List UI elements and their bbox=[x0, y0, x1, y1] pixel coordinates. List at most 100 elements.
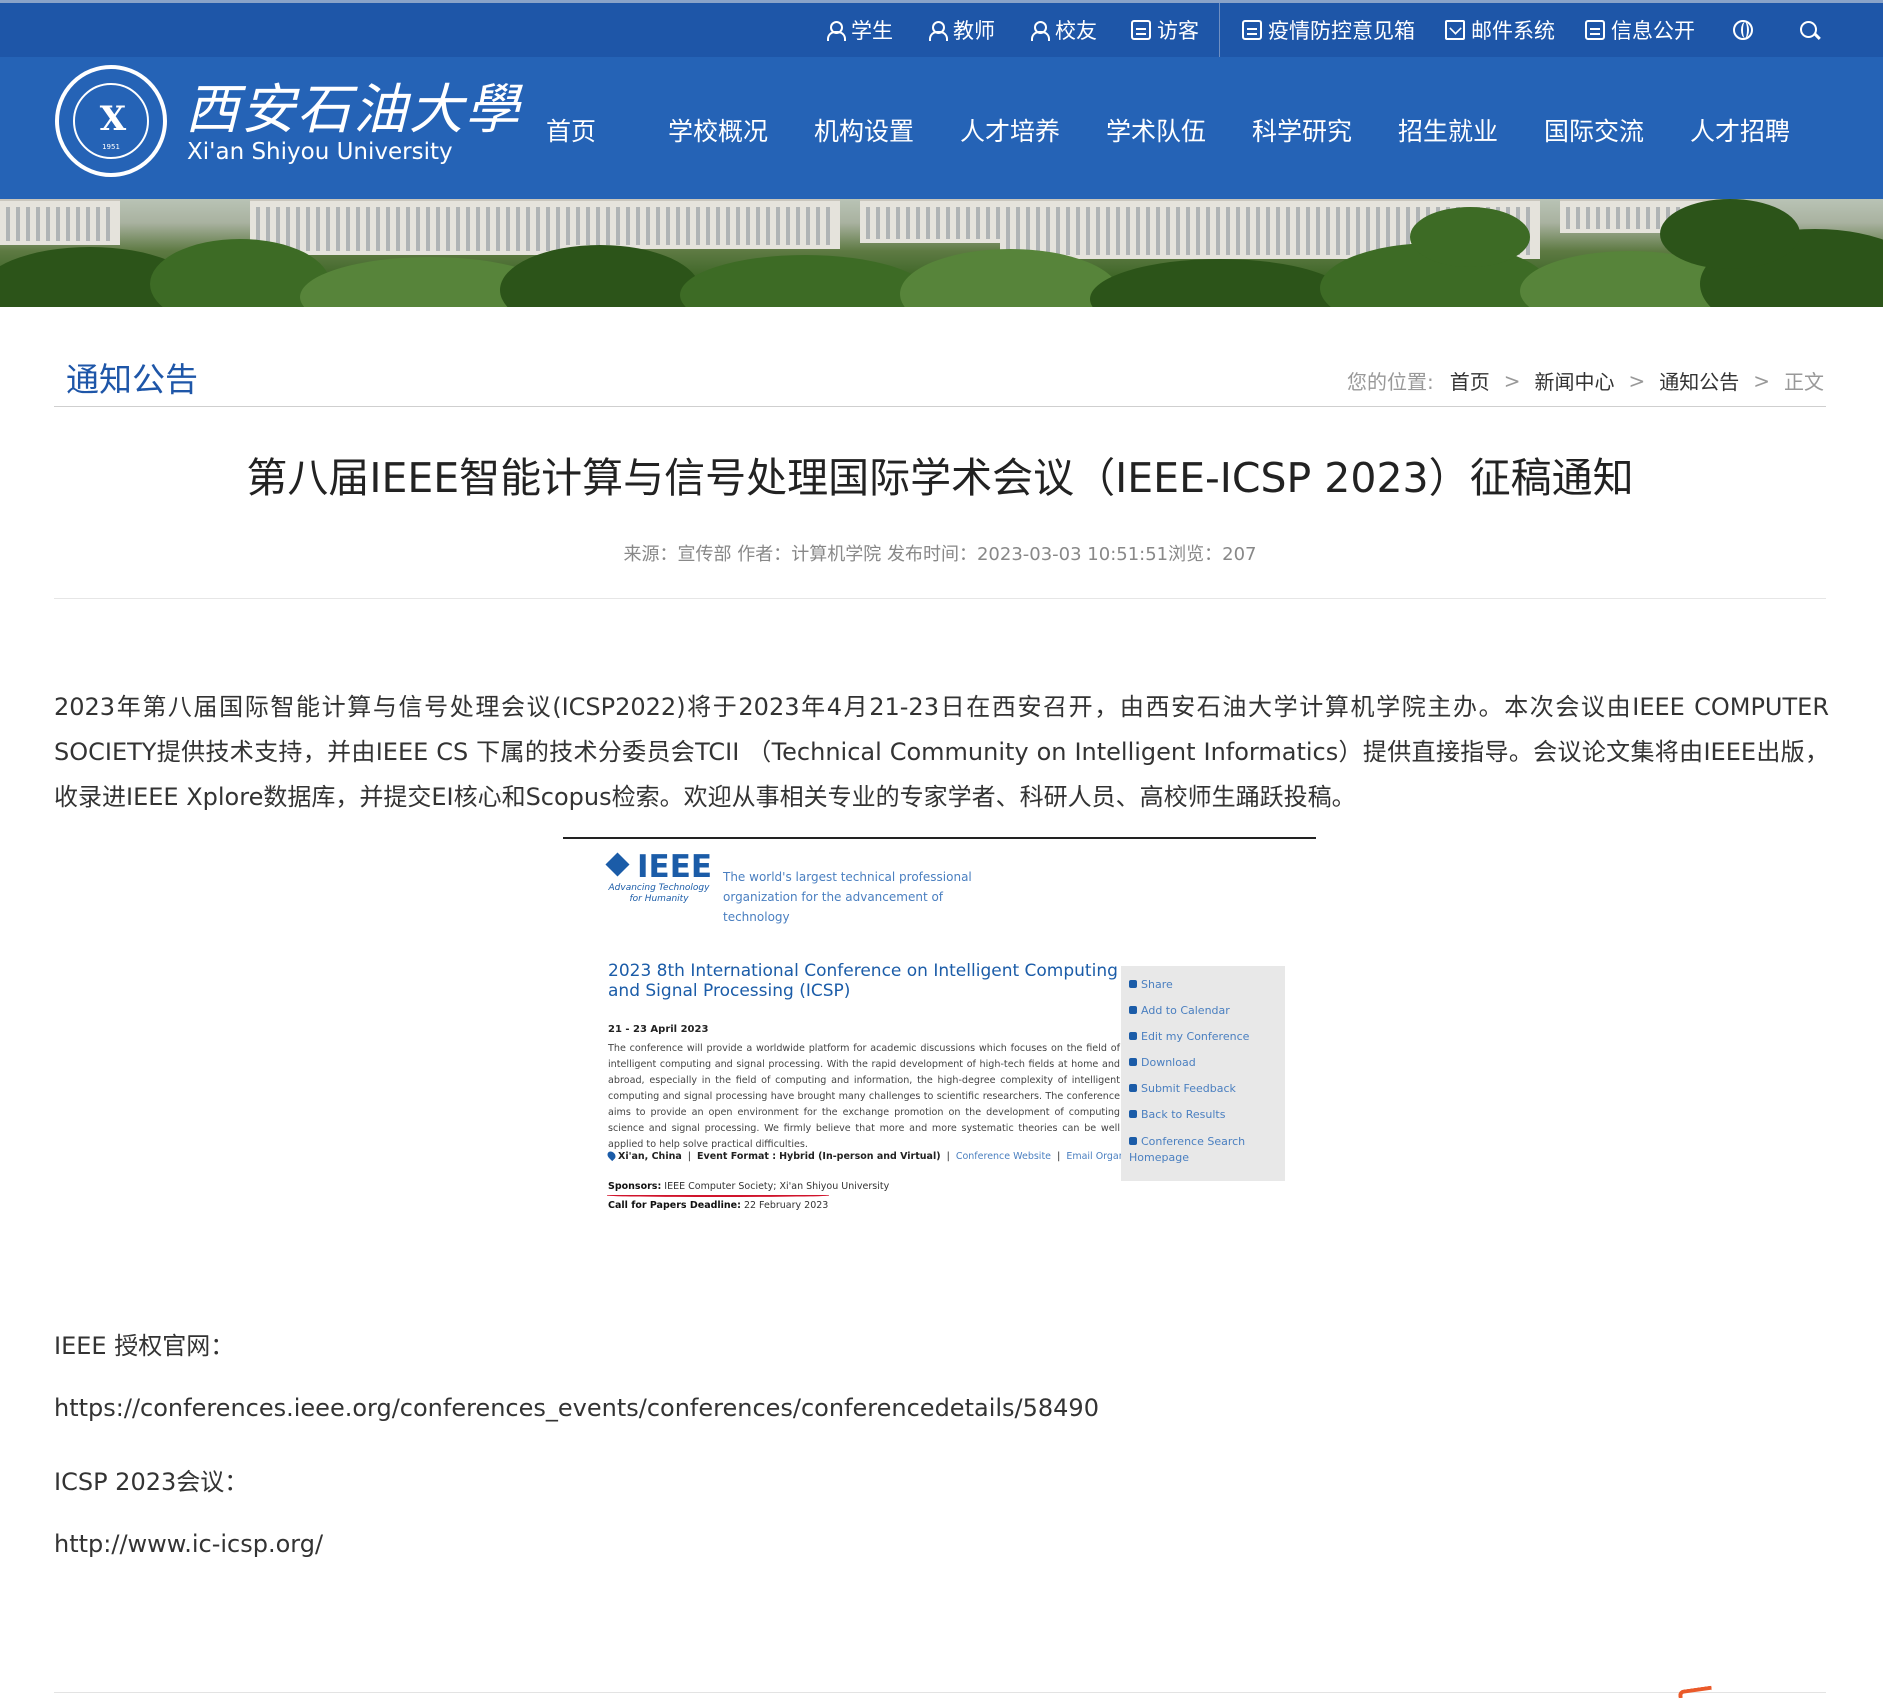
event-format: Hybrid (In-person and Virtual) bbox=[779, 1151, 941, 1162]
link-mail-system[interactable]: 邮件系统 bbox=[1445, 3, 1555, 57]
side-action-feedback: Submit Feedback bbox=[1129, 1082, 1236, 1095]
article-meta: 来源：宣传部 作者：计算机学院 发布时间：2023-03-03 10:51:51… bbox=[623, 544, 1257, 565]
conference-location: Xi'an, China bbox=[618, 1151, 682, 1162]
side-action-search-home: Conference Search Homepage bbox=[1129, 1134, 1279, 1166]
floating-widget-icon[interactable] bbox=[1677, 1685, 1713, 1699]
breadcrumb-current: 正文 bbox=[1784, 370, 1824, 394]
side-action-download: Download bbox=[1129, 1056, 1196, 1069]
nav-admission[interactable]: 招生就业 bbox=[1398, 112, 1498, 148]
nav-about[interactable]: 学校概况 bbox=[668, 112, 768, 148]
mail-icon bbox=[1445, 20, 1465, 40]
ieee-logo-subtitle: Advancing Technology for Humanity bbox=[608, 883, 710, 904]
logo-english-name[interactable]: Xi'an Shiyou University bbox=[187, 139, 453, 165]
breadcrumb-notices[interactable]: 通知公告 bbox=[1659, 366, 1739, 395]
breadcrumb-home[interactable]: 首页 bbox=[1450, 366, 1490, 395]
conference-details-row: Xi'an, China | Event Format : Hybrid (In… bbox=[605, 1149, 1142, 1162]
share-icon bbox=[1129, 980, 1137, 988]
event-format-label: Event Format : bbox=[697, 1151, 777, 1162]
alumni-icon bbox=[1029, 20, 1050, 41]
nav-education[interactable]: 人才培养 bbox=[960, 112, 1060, 148]
cfp-date: 22 February 2023 bbox=[743, 1200, 829, 1211]
banner-building bbox=[560, 199, 840, 249]
link-alumni-label: 校友 bbox=[1055, 19, 1097, 43]
side-action-label: Submit Feedback bbox=[1141, 1082, 1236, 1095]
link-alumni[interactable]: 校友 bbox=[1029, 3, 1097, 57]
article-title: 第八届IEEE智能计算与信号处理国际学术会议（IEEE-ICSP 2023）征稿… bbox=[246, 454, 1634, 502]
link-teacher[interactable]: 教师 bbox=[927, 3, 995, 57]
footer-divider bbox=[54, 1692, 1826, 1693]
nav-organization[interactable]: 机构设置 bbox=[814, 112, 914, 148]
nav-faculty[interactable]: 学术队伍 bbox=[1106, 112, 1206, 148]
nav-home[interactable]: 首页 bbox=[546, 112, 596, 148]
ieee-conference-screenshot: IEEE Advancing Technology for Humanity T… bbox=[563, 837, 1316, 1217]
article-divider bbox=[54, 598, 1826, 599]
call-for-papers: Call for Papers Deadline: 22 February 20… bbox=[608, 1200, 828, 1211]
conference-sponsors: Sponsors: IEEE Computer Society; Xi'an S… bbox=[608, 1181, 889, 1192]
icsp-site-link[interactable]: http://www.ic-icsp.org/ bbox=[54, 1530, 323, 1558]
link-visitor-label: 访客 bbox=[1157, 19, 1199, 43]
ieee-official-site-link[interactable]: https://conferences.ieee.org/conferences… bbox=[54, 1394, 1099, 1422]
breadcrumb-separator: > bbox=[1503, 368, 1521, 393]
side-action-label: Share bbox=[1141, 978, 1173, 991]
nav-research[interactable]: 科学研究 bbox=[1252, 112, 1352, 148]
link-info-disclosure[interactable]: 信息公开 bbox=[1585, 3, 1695, 57]
link-visitor[interactable]: 访客 bbox=[1131, 3, 1199, 57]
breadcrumb-separator: > bbox=[1628, 368, 1646, 393]
section-title: 通知公告 bbox=[66, 360, 198, 399]
link-student[interactable]: 学生 bbox=[825, 3, 893, 57]
breadcrumb-news-center[interactable]: 新闻中心 bbox=[1534, 366, 1614, 395]
link-epidemic-feedback-label: 疫情防控意见箱 bbox=[1268, 19, 1415, 43]
icsp-site-label: ICSP 2023会议： bbox=[54, 1468, 249, 1496]
globe-icon bbox=[1733, 20, 1753, 40]
sponsors-label: Sponsors: bbox=[608, 1181, 662, 1192]
link-epidemic-feedback[interactable]: 疫情防控意见箱 bbox=[1242, 3, 1415, 57]
side-action-label: Add to Calendar bbox=[1141, 1004, 1230, 1017]
breadcrumb: 您的位置: 首页 > 新闻中心 > 通知公告 > 正文 bbox=[1347, 366, 1824, 395]
section-divider bbox=[54, 406, 1826, 407]
link-student-label: 学生 bbox=[851, 19, 893, 43]
link-teacher-label: 教师 bbox=[953, 19, 995, 43]
emblem-year: 1951 bbox=[102, 143, 120, 151]
top-utility-bar: 学生 教师 校友 访客 疫情防控意见箱 邮件系统 信息公开 bbox=[0, 0, 1883, 57]
side-action-label: Edit my Conference bbox=[1141, 1030, 1250, 1043]
utility-links: 学生 教师 校友 访客 疫情防控意见箱 邮件系统 信息公开 bbox=[825, 3, 1825, 57]
campus-banner-image bbox=[0, 199, 1883, 307]
ieee-official-site-label: IEEE 授权官网： bbox=[54, 1332, 235, 1360]
banner-building bbox=[250, 199, 580, 255]
search-button[interactable] bbox=[1799, 3, 1825, 57]
location-pin-icon bbox=[605, 1149, 618, 1162]
pencil-icon bbox=[1129, 1032, 1137, 1040]
banner-building bbox=[0, 199, 120, 245]
side-action-label: Conference Search Homepage bbox=[1129, 1135, 1246, 1164]
language-button[interactable] bbox=[1733, 3, 1759, 57]
side-action-edit: Edit my Conference bbox=[1129, 1030, 1249, 1043]
site-header: X 1951 西安石油大學 Xi'an Shiyou University 首页… bbox=[0, 57, 1883, 199]
download-icon bbox=[1129, 1058, 1137, 1066]
nav-international[interactable]: 国际交流 bbox=[1544, 112, 1644, 148]
logo-chinese-name[interactable]: 西安石油大學 bbox=[185, 65, 521, 144]
emblem-mark-icon: X bbox=[99, 99, 127, 139]
home-icon bbox=[1129, 1137, 1137, 1145]
side-action-back: Back to Results bbox=[1129, 1108, 1225, 1121]
nav-recruitment[interactable]: 人才招聘 bbox=[1690, 112, 1790, 148]
sponsors-value: IEEE Computer Society; Xi'an Shiyou Univ… bbox=[664, 1181, 890, 1192]
teacher-icon bbox=[927, 20, 948, 41]
emblem-inner-ring: X 1951 bbox=[73, 83, 149, 159]
breadcrumb-prefix: 您的位置: bbox=[1346, 370, 1434, 394]
banner-tree bbox=[1090, 259, 1350, 307]
breadcrumb-separator: > bbox=[1753, 368, 1770, 393]
ieee-tagline: The world's largest technical profession… bbox=[723, 870, 972, 924]
arrow-left-icon bbox=[1129, 1110, 1137, 1118]
side-action-share: Share bbox=[1129, 978, 1173, 991]
message-box-icon bbox=[1242, 20, 1262, 40]
side-action-calendar: Add to Calendar bbox=[1129, 1004, 1230, 1017]
conference-dates: 21 - 23 April 2023 bbox=[608, 1024, 709, 1035]
utility-divider bbox=[1219, 3, 1220, 57]
university-emblem[interactable]: X 1951 bbox=[55, 65, 167, 177]
search-icon bbox=[1799, 20, 1819, 40]
banner-tree bbox=[1410, 207, 1530, 267]
comment-icon bbox=[1129, 1084, 1137, 1092]
cfp-label: Call for Papers Deadline: bbox=[608, 1200, 741, 1211]
info-icon bbox=[1585, 20, 1605, 40]
article-body-paragraph: 2023年第八届国际智能计算与信号处理会议(ICSP2022)将于2023年4月… bbox=[54, 693, 1829, 811]
